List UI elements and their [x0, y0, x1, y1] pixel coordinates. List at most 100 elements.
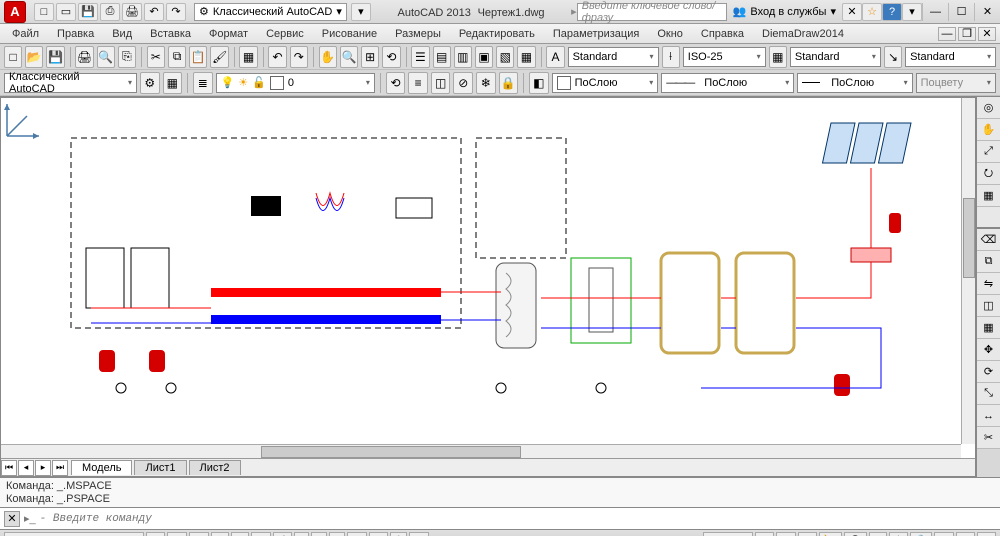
sb-toolbarlock-icon[interactable]: 🔒: [910, 532, 932, 536]
qat-new-icon[interactable]: □: [34, 3, 54, 21]
menu-dimension[interactable]: Размеры: [387, 26, 449, 42]
showmotion-icon[interactable]: ▦: [977, 185, 1000, 207]
pan-icon[interactable]: ✋: [319, 46, 337, 68]
array-icon[interactable]: ▦: [977, 317, 1000, 339]
mleaderstyle-combo[interactable]: Standard▾: [905, 47, 996, 67]
layerfreeze-icon[interactable]: ❄: [476, 72, 496, 94]
toolpalettes-icon[interactable]: ▥: [454, 46, 472, 68]
exchange-icon[interactable]: ✕: [842, 3, 862, 21]
sb-qp-icon[interactable]: ▦: [369, 532, 388, 536]
mirror-icon[interactable]: ⇋: [977, 273, 1000, 295]
tab-model[interactable]: Модель: [71, 460, 132, 475]
sb-dyn-icon[interactable]: +: [311, 532, 327, 536]
sb-hardware-icon[interactable]: ▣: [934, 532, 953, 536]
command-input[interactable]: [40, 513, 996, 525]
help-icon[interactable]: ?: [882, 3, 902, 21]
menu-modify[interactable]: Редактировать: [451, 26, 543, 42]
sb-maxvp-icon[interactable]: ▣: [755, 532, 774, 536]
stayconnected-icon[interactable]: ☆: [862, 3, 882, 21]
tablestyle-combo[interactable]: Standard▾: [790, 47, 881, 67]
doc-minimize-button[interactable]: —: [938, 27, 956, 41]
infocenter-search[interactable]: Введите ключевое слово/фразу: [577, 3, 727, 21]
new-icon[interactable]: □: [4, 46, 22, 68]
zoomwin-icon[interactable]: ⊞: [361, 46, 379, 68]
doc-close-button[interactable]: ✕: [978, 27, 996, 41]
command-close-icon[interactable]: ✕: [4, 511, 20, 527]
trim-icon[interactable]: ✂: [977, 427, 1000, 449]
zoomprev-icon[interactable]: ⟲: [382, 46, 400, 68]
offset-icon[interactable]: ◫: [977, 295, 1000, 317]
sb-ducs-icon[interactable]: L: [294, 532, 310, 536]
preview-icon[interactable]: 🔍: [97, 46, 115, 68]
menu-view[interactable]: Вид: [104, 26, 140, 42]
doc-restore-button[interactable]: ❐: [958, 27, 976, 41]
menu-parametric[interactable]: Параметризация: [545, 26, 647, 42]
pan-icon[interactable]: ✋: [977, 119, 1000, 141]
copy2-icon[interactable]: ⧉: [977, 251, 1000, 273]
menu-tools[interactable]: Сервис: [258, 26, 312, 42]
blockeditor-icon[interactable]: ▦: [239, 46, 257, 68]
close-button[interactable]: ✕: [974, 3, 1000, 21]
tablestyle-icon[interactable]: ▦: [769, 46, 787, 68]
signin-button[interactable]: 👥 Вход в службы ▾: [733, 5, 836, 18]
properties-icon[interactable]: ☰: [411, 46, 429, 68]
app-menu-button[interactable]: A: [4, 1, 26, 23]
sb-qdraw-icon[interactable]: ▦: [798, 532, 817, 536]
textstyle-combo[interactable]: Standard▾: [568, 47, 659, 67]
navwheel-icon[interactable]: ◎: [977, 97, 1000, 119]
drawing-canvas[interactable]: ⏮ ◂ ▸ ⏭ Модель Лист1 Лист2: [0, 97, 976, 477]
plot-icon[interactable]: 🖨: [75, 46, 93, 68]
sb-otrack-icon[interactable]: ∠: [273, 532, 292, 536]
tab-sheet2[interactable]: Лист2: [189, 460, 241, 475]
help-dropdown-icon[interactable]: ▾: [902, 3, 922, 21]
sb-isolate-icon[interactable]: ◉: [956, 532, 975, 536]
redo-icon[interactable]: ↷: [290, 46, 308, 68]
cut-icon[interactable]: ✂: [147, 46, 165, 68]
dimstyle-combo[interactable]: ISO-25▾: [683, 47, 766, 67]
tab-next-icon[interactable]: ▸: [35, 460, 51, 476]
matchprop-icon[interactable]: 🖌: [210, 46, 228, 68]
layerlock-icon[interactable]: 🔒: [499, 72, 519, 94]
minimize-button[interactable]: —: [922, 3, 948, 21]
zoom-icon[interactable]: 🔍: [340, 46, 358, 68]
sb-sc-icon[interactable]: ⚲: [390, 532, 407, 536]
sb-ortho-icon[interactable]: ∟: [189, 532, 209, 536]
tab-prev-icon[interactable]: ◂: [18, 460, 34, 476]
workspace-combo[interactable]: Классический AutoCAD▾: [4, 73, 137, 93]
sb-polar-icon[interactable]: ✴: [211, 532, 229, 536]
menu-help[interactable]: Справка: [693, 26, 752, 42]
plotstyle-combo[interactable]: Поцвету▾: [916, 73, 996, 93]
sb-am-icon[interactable]: ▥: [409, 532, 428, 536]
sb-qlook-icon[interactable]: ◫: [776, 532, 795, 536]
color-icon[interactable]: ◧: [529, 72, 549, 94]
horizontal-scrollbar[interactable]: [1, 444, 961, 458]
scale-icon[interactable]: ⤡: [977, 383, 1000, 405]
sheetset-icon[interactable]: ▣: [475, 46, 493, 68]
move-icon[interactable]: ✥: [977, 339, 1000, 361]
workspace-settings-icon[interactable]: ⚙: [140, 72, 160, 94]
textstyle-icon[interactable]: A: [546, 46, 564, 68]
qat-overflow-icon[interactable]: ▾: [351, 3, 371, 21]
rotate-icon[interactable]: ⟳: [977, 361, 1000, 383]
color-combo[interactable]: ПоСлою▾: [552, 73, 659, 93]
sb-lwt-icon[interactable]: ≡: [329, 532, 345, 536]
erase-icon[interactable]: ⌫: [977, 229, 1000, 251]
qat-redo-icon[interactable]: ↷: [166, 3, 186, 21]
tab-last-icon[interactable]: ⏭: [52, 460, 68, 476]
sb-annoauto-icon[interactable]: ⟳: [869, 532, 887, 536]
mytoolbar-icon[interactable]: ▦: [163, 72, 183, 94]
sb-ws-icon[interactable]: ⚙: [889, 532, 908, 536]
qat-saveas-icon[interactable]: ⎙: [100, 3, 120, 21]
layer-combo[interactable]: 💡 ☀ 🔓 0 ▾: [216, 73, 375, 93]
tab-sheet1[interactable]: Лист1: [134, 460, 186, 475]
sb-coords[interactable]: [4, 532, 144, 536]
orbit-icon[interactable]: ⭮: [977, 163, 1000, 185]
menu-diemadraw[interactable]: DiemaDraw2014: [754, 26, 852, 42]
layerprev-icon[interactable]: ⟲: [386, 72, 406, 94]
publish-icon[interactable]: ⎘: [118, 46, 136, 68]
maximize-button[interactable]: ☐: [948, 3, 974, 21]
undo-icon[interactable]: ↶: [268, 46, 286, 68]
stretch-icon[interactable]: ↔: [977, 405, 1000, 427]
sb-annovis-icon[interactable]: 👁: [844, 532, 867, 536]
calc-icon[interactable]: ▦: [517, 46, 535, 68]
